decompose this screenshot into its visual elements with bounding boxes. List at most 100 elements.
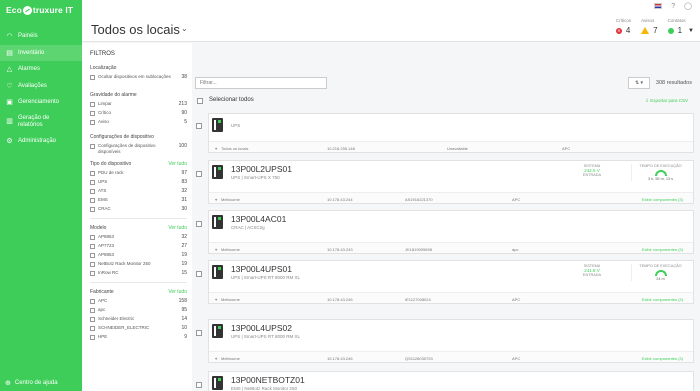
see-all-link[interactable]: Ver tudo bbox=[168, 161, 187, 167]
checkbox[interactable] bbox=[90, 143, 95, 149]
select-all[interactable]: Selecionar todos bbox=[197, 97, 254, 104]
device-checkbox[interactable] bbox=[196, 123, 202, 129]
device-name[interactable]: 13P00L2UPS01 bbox=[231, 164, 292, 174]
device-vendor: APC bbox=[512, 355, 521, 361]
ups-device-icon bbox=[212, 324, 223, 338]
brand-logo[interactable]: Eco truxure IT bbox=[0, 0, 82, 20]
checkbox[interactable] bbox=[90, 252, 95, 258]
filter-input[interactable] bbox=[195, 77, 327, 89]
device-ip: 10.178.43.246 bbox=[327, 355, 353, 361]
filter-option[interactable]: Schneider Electric 14 bbox=[90, 316, 187, 325]
device-checkbox[interactable] bbox=[196, 382, 202, 388]
checkbox[interactable] bbox=[90, 261, 95, 267]
checkbox[interactable] bbox=[90, 119, 95, 125]
filter-option[interactable]: Aviso 5 bbox=[90, 119, 187, 128]
sidebar-item-alarmes[interactable]: △ Alarmes bbox=[0, 61, 82, 78]
filter-option[interactable]: APC 158 bbox=[90, 298, 187, 307]
sidebar-item-inventario[interactable]: ▤ Inventário bbox=[0, 44, 82, 61]
language-flag-icon[interactable] bbox=[654, 3, 663, 9]
device-name[interactable]: 13P00NETBOTZ01 bbox=[231, 375, 305, 385]
warning-counter[interactable]: Avisos 7 bbox=[641, 18, 658, 35]
device-card[interactable]: 13P00L4UPS02 UPS | Smart-UPS RT 8000 RM … bbox=[196, 319, 694, 363]
device-name[interactable]: 13P00L4UPS01 bbox=[231, 264, 292, 274]
checkbox[interactable] bbox=[90, 234, 95, 240]
device-card[interactable]: 13P00L4UPS01 UPS | Smart-UPS RT 8000 RM … bbox=[196, 260, 694, 304]
device-card[interactable]: 13P00NETBOTZ01 EMS | NetBotz Rack Monito… bbox=[196, 371, 694, 391]
filter-option[interactable]: AP8853 19 bbox=[90, 252, 187, 261]
location-dropdown-chevron-down-icon[interactable]: ⌄ bbox=[181, 24, 188, 33]
checkbox[interactable] bbox=[90, 334, 95, 340]
filter-option[interactable]: AP8853 32 bbox=[90, 234, 187, 243]
filter-option[interactable]: ATS 32 bbox=[90, 188, 187, 197]
filter-option[interactable]: EMS 31 bbox=[90, 197, 187, 206]
show-components-link[interactable]: Exibir componentes (3) bbox=[642, 356, 683, 361]
filter-section-config: Configurações de dispositivo Configuraçõ… bbox=[90, 134, 187, 157]
filter-option-count: 5 bbox=[184, 119, 187, 125]
show-components-link[interactable]: Exibir componentes (3) bbox=[642, 247, 683, 252]
critical-counter[interactable]: Críticos ✕ 4 bbox=[615, 18, 631, 35]
device-name[interactable]: 13P00L4AC01 bbox=[231, 214, 286, 224]
show-components-link[interactable]: Exibir componentes (3) bbox=[642, 297, 683, 302]
contacts-counter[interactable]: Contatos 1 ▼ bbox=[667, 18, 694, 35]
filter-option[interactable]: PDU de rack 97 bbox=[90, 170, 187, 179]
device-checkbox[interactable] bbox=[196, 171, 202, 177]
user-avatar-icon[interactable]: ◯ bbox=[684, 2, 692, 10]
checkbox[interactable] bbox=[90, 307, 95, 313]
checkbox[interactable] bbox=[90, 110, 95, 116]
device-card[interactable]: 13P00L4AC01 CRAC | ACSC2g ⌖ Melbourne 10… bbox=[196, 210, 694, 254]
filter-option[interactable]: Crítico 90 bbox=[90, 110, 187, 119]
caret-down-icon[interactable]: ▼ bbox=[688, 28, 694, 34]
brand-text-pre: Eco bbox=[6, 5, 22, 15]
device-checkbox[interactable] bbox=[196, 271, 202, 277]
checkbox[interactable] bbox=[90, 298, 95, 304]
checkbox[interactable] bbox=[90, 270, 95, 276]
filter-option[interactable]: NetBotz Rack Monitor 250 19 bbox=[90, 261, 187, 270]
select-all-checkbox[interactable] bbox=[197, 97, 203, 104]
sidebar-item-avaliacoes[interactable]: ♡ Avaliações bbox=[0, 78, 82, 95]
filter-option[interactable]: InRow RC 15 bbox=[90, 270, 187, 279]
checkbox[interactable] bbox=[90, 74, 95, 80]
filter-option-count: 83 bbox=[181, 179, 187, 185]
checkbox[interactable] bbox=[90, 243, 95, 249]
divider bbox=[90, 218, 187, 219]
filter-option[interactable]: Limpar 213 bbox=[90, 101, 187, 110]
filter-option[interactable]: SCHNEIDER_ELECTRIC 10 bbox=[90, 325, 187, 334]
device-card[interactable]: 13P00L2UPS01 UPS | Smart-UPS X 750 SISTE… bbox=[196, 160, 694, 204]
sidebar-item-label: Inventário bbox=[18, 49, 45, 56]
status-sub: ENTRADA bbox=[582, 273, 602, 277]
sort-button[interactable]: ⇅ ▾ bbox=[628, 77, 650, 89]
checkbox[interactable] bbox=[90, 179, 95, 185]
device-subtitle: UPS | Smart-UPS RT 8000 RM XL bbox=[231, 275, 301, 280]
checkbox[interactable] bbox=[90, 170, 95, 176]
filter-section-vendor: Fabricante Ver tudo APC 158 apc 95 Schneide… bbox=[90, 289, 187, 343]
checkbox[interactable] bbox=[90, 316, 95, 322]
checkbox[interactable] bbox=[90, 325, 95, 331]
see-all-link[interactable]: Ver tudo bbox=[168, 289, 187, 295]
filter-option[interactable]: apc 95 bbox=[90, 307, 187, 316]
sidebar-item-paineis[interactable]: ◠ Painéis bbox=[0, 28, 82, 45]
see-all-link[interactable]: Ver tudo bbox=[168, 225, 187, 231]
alarm-counters: Críticos ✕ 4 Avisos 7 Contatos 1 ▼ bbox=[615, 18, 694, 35]
device-card[interactable]: UPS ⌖ Todos os locais 10.216.255.148 Una… bbox=[196, 113, 694, 153]
sidebar-item-label: Avaliações bbox=[18, 82, 47, 89]
filter-option[interactable]: UPS 83 bbox=[90, 179, 187, 188]
sidebar-item-gerenciamento[interactable]: ▣ Gerenciamento bbox=[0, 94, 82, 111]
sidebar-item-relatorios[interactable]: ▥ Geração de relatórios bbox=[0, 111, 82, 133]
device-checkbox[interactable] bbox=[196, 221, 202, 227]
export-csv-link[interactable]: ⇩ Exportar para CSV bbox=[645, 98, 688, 104]
checkbox[interactable] bbox=[90, 188, 95, 194]
filter-option[interactable]: Configurações de dispositivo disponíveis… bbox=[90, 143, 187, 157]
checkbox[interactable] bbox=[90, 206, 95, 212]
checkbox[interactable] bbox=[90, 197, 95, 203]
filter-option[interactable]: Ocultar dispositivos em sublocações 38 bbox=[90, 74, 187, 88]
filter-option[interactable]: CRAC 30 bbox=[90, 206, 187, 215]
sidebar-item-administracao[interactable]: ⚙ Administração bbox=[0, 133, 82, 150]
checkbox[interactable] bbox=[90, 101, 95, 107]
help-question-icon[interactable]: ? bbox=[671, 3, 675, 10]
filter-option[interactable]: HPE 9 bbox=[90, 334, 187, 343]
device-name[interactable]: 13P00L4UPS02 bbox=[231, 323, 292, 333]
show-components-link[interactable]: Exibir componentes (3) bbox=[642, 197, 683, 202]
help-center-link[interactable]: ⊕ Centro de ajuda bbox=[5, 379, 58, 387]
filter-option[interactable]: AP7723 27 bbox=[90, 243, 187, 252]
device-checkbox[interactable] bbox=[196, 330, 202, 336]
